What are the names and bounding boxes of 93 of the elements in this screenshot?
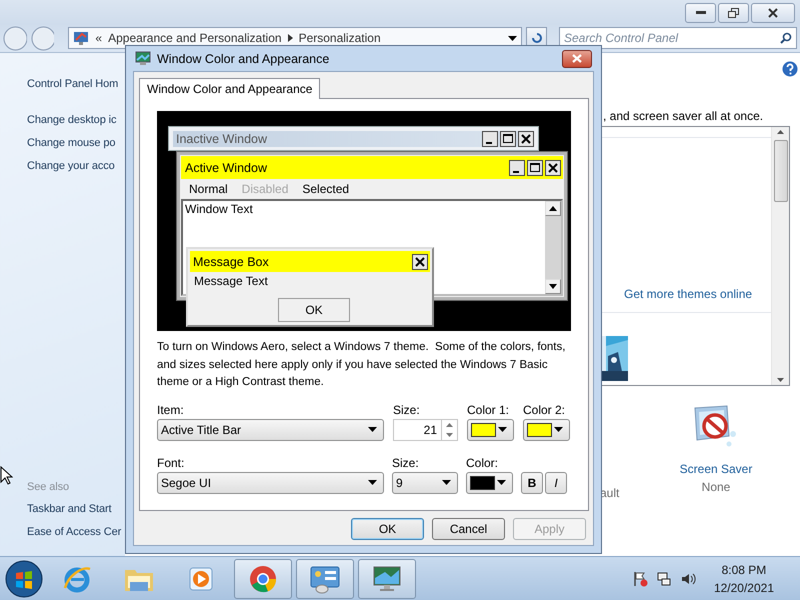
search-icon — [780, 32, 792, 44]
close-icon — [768, 8, 778, 18]
close-icon[interactable] — [545, 160, 561, 176]
start-button[interactable] — [4, 558, 44, 598]
maximize-icon[interactable] — [527, 160, 543, 176]
size-label: Size: — [393, 402, 421, 418]
sidebar-link[interactable]: Control Panel Hom — [27, 73, 125, 96]
menu-item[interactable]: Normal — [189, 182, 228, 196]
close-button[interactable] — [562, 50, 592, 68]
scrollbar[interactable] — [771, 127, 789, 385]
sidebar-link[interactable]: Change desktop ic — [27, 109, 125, 132]
breadcrumb-overflow[interactable]: « — [95, 31, 102, 45]
minimize-icon[interactable] — [509, 160, 525, 176]
close-button[interactable] — [751, 3, 795, 23]
themes-link[interactable]: Get more themes online — [602, 286, 771, 302]
caret-icon — [368, 427, 377, 432]
size-label: Size: — [392, 454, 420, 472]
window-text: Window Text — [185, 202, 253, 216]
title-bar[interactable]: Message Box — [190, 251, 430, 272]
color-picker[interactable] — [467, 418, 514, 440]
search-field[interactable]: Search Control Panel — [559, 27, 797, 49]
menu-item[interactable]: Selected — [302, 182, 350, 196]
color-picker[interactable] — [466, 472, 513, 494]
message-box-preview[interactable]: Message Box Message Text OK — [186, 247, 434, 327]
sidebar-link[interactable]: Ease of Access Cer — [27, 521, 125, 544]
window-title: Active Window — [185, 160, 268, 174]
close-icon[interactable] — [412, 254, 428, 270]
caret-icon — [554, 427, 563, 432]
caret-icon — [368, 480, 377, 485]
restore-button[interactable] — [718, 3, 749, 23]
item-label: Item: — [157, 402, 185, 418]
see-also-heading: See also — [27, 480, 70, 495]
font-dropdown[interactable]: Segoe UI — [157, 472, 384, 494]
caret-icon — [442, 480, 451, 485]
round-browser-icon — [248, 564, 278, 594]
message-text: Message Text — [193, 273, 269, 290]
close-icon — [572, 54, 582, 63]
breadcrumb[interactable]: Appearance and Personalization — [108, 31, 282, 45]
taskbar-button[interactable] — [358, 558, 416, 598]
clock[interactable]: 8:08 PM 12/20/2021 — [714, 560, 774, 596]
mouse-pointer-icon — [0, 466, 13, 486]
dialog-button[interactable]: Cancel — [432, 518, 505, 540]
size-spinner[interactable]: 21 — [393, 418, 458, 440]
control-panel-icon — [309, 564, 341, 594]
scroll-down-icon — [549, 284, 557, 289]
title-bar[interactable]: Active Window — [181, 156, 563, 179]
restore-icon — [728, 8, 739, 18]
sidebar-link[interactable]: Taskbar and Start — [27, 498, 125, 521]
caret-icon — [508, 36, 518, 40]
info-text: To turn on Windows Aero, select a Windows 7 theme. Some of the colors, fonts, and sizes selected here apply only if you have selected the Windows 7 Basic theme or a High Contrast theme. — [157, 340, 566, 390]
caret-icon — [497, 480, 506, 485]
screen-saver-value: None — [702, 480, 730, 494]
tab[interactable]: Window Color and Appearance — [139, 78, 320, 99]
scrollbar[interactable] — [545, 201, 561, 294]
sidebar-link[interactable]: Change your acco — [27, 155, 125, 178]
message-box-title: Message Box — [193, 254, 270, 268]
flag-icon[interactable] — [632, 570, 648, 586]
refresh-icon — [530, 32, 543, 44]
scroll-thumb[interactable] — [774, 140, 788, 202]
ok-button[interactable]: OK — [278, 298, 350, 322]
item-dropdown[interactable]: Active Title Bar — [157, 418, 384, 440]
speaker-icon[interactable] — [680, 570, 696, 586]
color-label: Color 1: — [467, 402, 510, 418]
control-panel-icon — [73, 30, 90, 46]
monitor-icon — [371, 564, 403, 594]
clock-date: 12/20/2021 — [714, 580, 774, 596]
breadcrumb[interactable]: Personalization — [298, 31, 381, 45]
theme-list[interactable]: Get more themes online — [602, 126, 790, 386]
sidebar-link[interactable]: Change mouse po — [27, 132, 125, 155]
font-label: Font: — [157, 454, 186, 472]
minimize-button[interactable] — [685, 3, 716, 23]
window-title: Inactive Window — [176, 132, 268, 146]
scroll-up-icon — [549, 206, 557, 211]
clock-time: 8:08 PM — [722, 562, 766, 578]
description-text: , and screen saver all at once. — [602, 108, 764, 124]
window-title: Window Color and Appearance — [157, 52, 330, 66]
caret-icon — [498, 427, 507, 432]
chevron-icon — [288, 34, 293, 42]
font-size-dropdown[interactable]: 9 — [392, 472, 458, 494]
taskbar-button[interactable] — [234, 558, 292, 598]
taskbar-button[interactable] — [296, 558, 354, 598]
dialog-button[interactable]: OK — [351, 518, 424, 540]
color-picker[interactable] — [523, 418, 570, 440]
minimize-icon — [696, 11, 706, 15]
display-settings-icon — [135, 51, 151, 66]
media-player-icon — [187, 564, 215, 592]
network-icon[interactable] — [656, 570, 672, 586]
bold-button[interactable]: B — [521, 472, 543, 494]
screen-saver-link[interactable]: Screen Saver — [680, 462, 752, 476]
help-icon[interactable] — [782, 61, 798, 77]
color-label: Color 2: — [523, 402, 566, 418]
italic-button[interactable]: I — [545, 472, 567, 494]
color-label: Color: — [466, 454, 500, 472]
